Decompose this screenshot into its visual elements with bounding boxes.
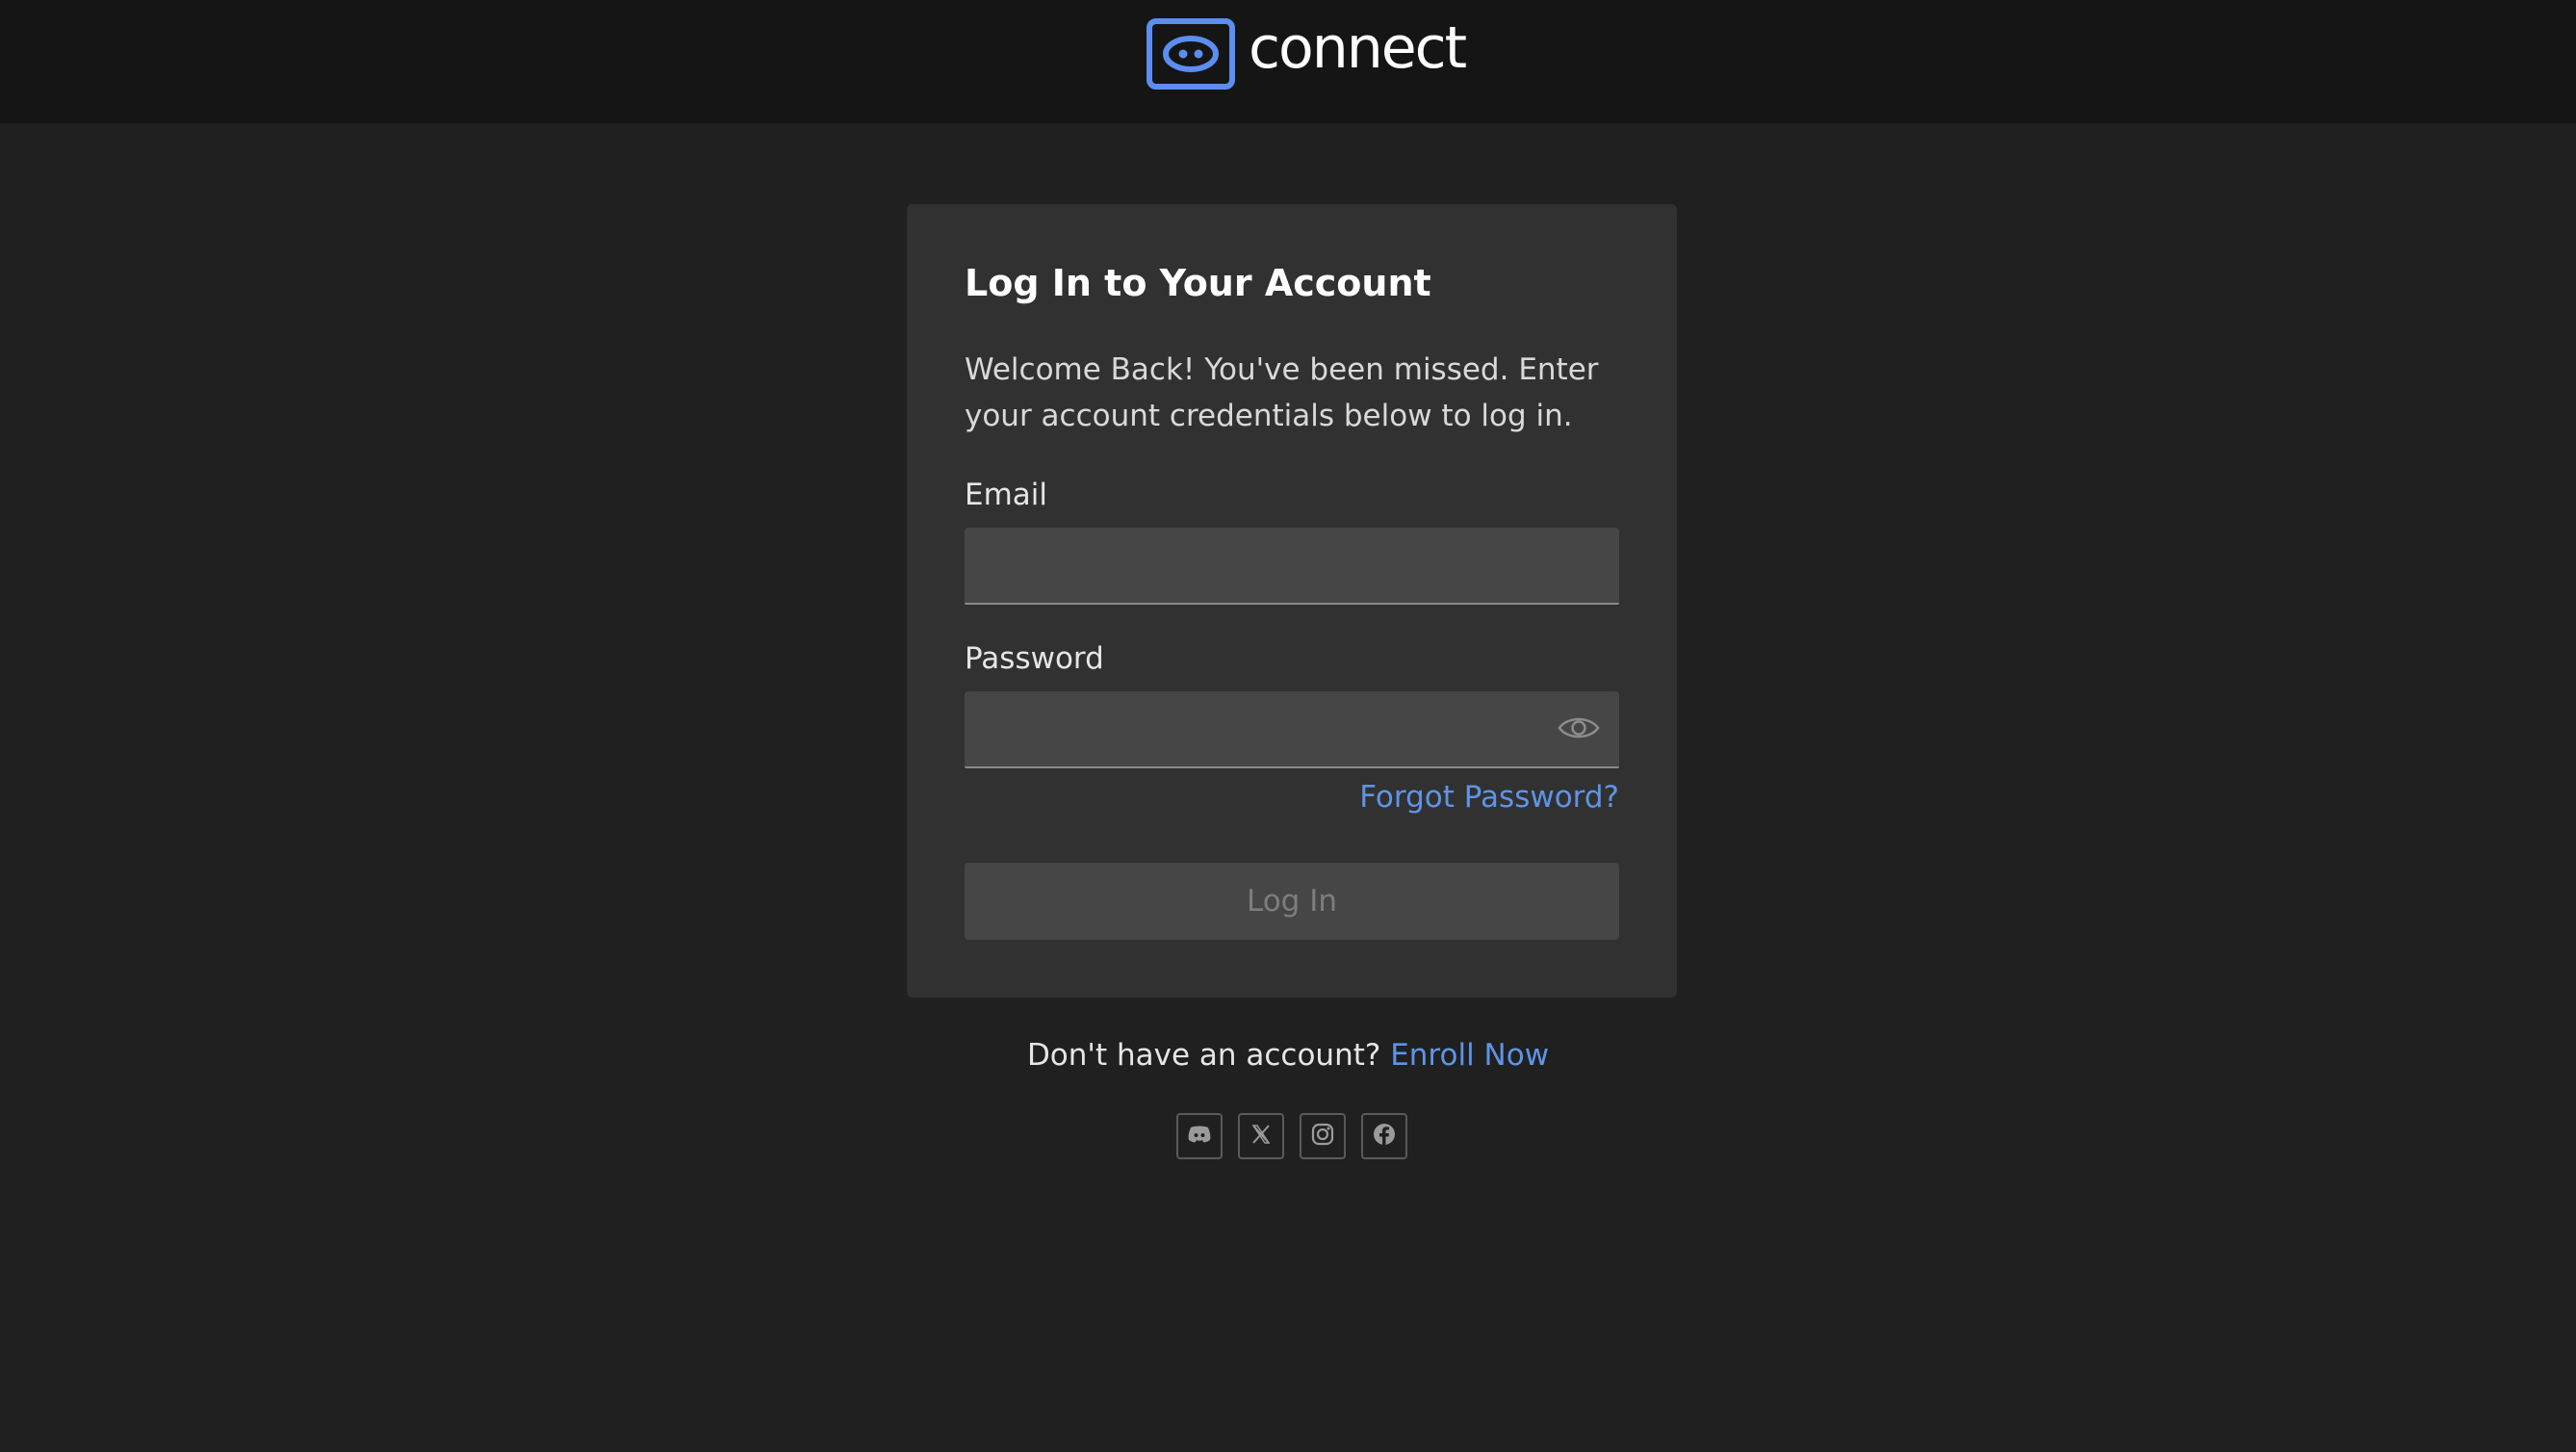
brand-name: connect — [1249, 14, 1467, 82]
robot-face-icon — [1146, 18, 1235, 90]
facebook-icon — [1373, 1123, 1396, 1150]
password-label: Password — [965, 641, 1104, 676]
discord-link[interactable] — [1176, 1113, 1223, 1159]
eye-icon — [1558, 713, 1600, 746]
email-field[interactable] — [965, 528, 1619, 605]
show-password-toggle[interactable] — [1556, 711, 1602, 749]
signup-prompt: Don't have an account? Enroll Now — [0, 1038, 2576, 1074]
login-button[interactable]: Log In — [965, 863, 1619, 940]
facebook-link[interactable] — [1361, 1113, 1407, 1159]
discord-icon — [1187, 1125, 1212, 1148]
page-title: Log In to Your Account — [965, 262, 1431, 304]
instagram-link[interactable] — [1300, 1113, 1346, 1159]
welcome-message: Welcome Back! You've been missed. Enter … — [965, 352, 1599, 433]
email-label: Email — [965, 478, 1048, 512]
enroll-now-link[interactable]: Enroll Now — [1390, 1038, 1549, 1073]
social-links — [1176, 1113, 1407, 1159]
password-field[interactable] — [965, 691, 1619, 768]
top-bar: connect — [0, 0, 2576, 123]
brand-logo[interactable]: connect — [1146, 14, 1467, 91]
forgot-password-link[interactable]: Forgot Password? — [1359, 780, 1619, 816]
x-link[interactable] — [1238, 1113, 1284, 1159]
instagram-icon — [1311, 1123, 1334, 1150]
x-icon — [1250, 1124, 1272, 1149]
login-card: Log In to Your Account Welcome Back! You… — [907, 204, 1677, 998]
signup-text: Don't have an account? — [1026, 1038, 1381, 1073]
